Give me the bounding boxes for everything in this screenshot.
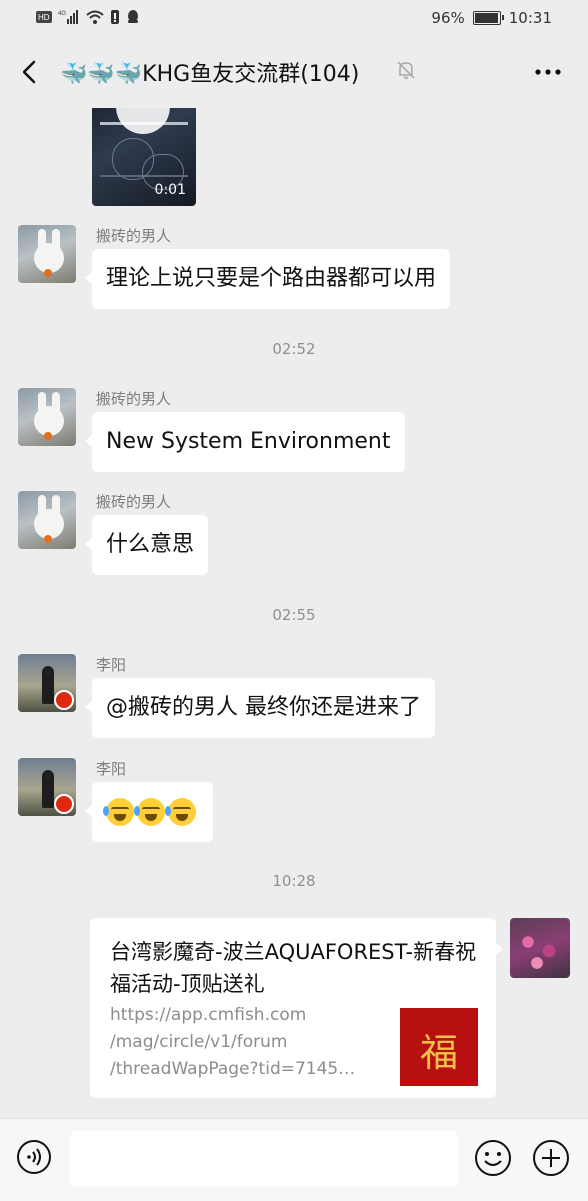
wifi-icon — [86, 10, 104, 24]
message-bubble[interactable]: @搬砖的男人 最终你还是进来了 — [85, 678, 435, 738]
message-bubble[interactable]: New System Environment — [85, 412, 405, 472]
sender-name: 搬砖的男人 — [96, 227, 172, 245]
status-right: 96% 10:31 — [431, 9, 552, 27]
crying-laughing-emoji-icon — [165, 798, 196, 826]
link-url-line: https://app.cmfish.com — [110, 1005, 307, 1025]
sender-name: 李阳 — [96, 656, 127, 674]
link-url-line: /mag/circle/v1/forum — [110, 1032, 288, 1052]
alert-icon — [111, 10, 119, 24]
mute-bell-icon — [397, 61, 415, 79]
avatar[interactable] — [18, 758, 76, 816]
status-left: HD 4G — [36, 10, 140, 24]
sender-name: 李阳 — [96, 760, 127, 778]
back-arrow-icon[interactable] — [14, 56, 46, 88]
more-icon[interactable] — [532, 60, 564, 84]
video-message[interactable]: 0:01 — [92, 108, 196, 206]
timestamp: 02:55 — [272, 606, 316, 624]
qq-icon — [128, 10, 138, 23]
hd-icon: HD — [36, 11, 52, 23]
svg-text:4G: 4G — [58, 11, 66, 17]
page-title: 🐳🐳🐳KHG鱼友交流群(104) — [60, 62, 360, 87]
crying-laughing-emoji-icon — [103, 798, 134, 826]
battery-icon — [472, 11, 504, 25]
voice-icon[interactable] — [16, 1139, 52, 1175]
battery-percent: 96% — [431, 9, 465, 27]
timestamp: 02:52 — [272, 340, 316, 358]
svg-text:HD: HD — [38, 13, 50, 22]
link-title: 台湾影魔奇-波兰AQUAFOREST-新春祝福活动-顶贴送礼 — [110, 940, 477, 996]
avatar[interactable] — [18, 654, 76, 712]
message-input[interactable] — [70, 1131, 458, 1187]
crying-laughing-emoji-icon — [134, 798, 165, 826]
timestamp: 10:28 — [272, 872, 316, 890]
sender-name: 搬砖的男人 — [96, 493, 172, 511]
message-bubble[interactable] — [85, 782, 213, 842]
avatar[interactable] — [18, 388, 76, 446]
avatar[interactable] — [18, 225, 76, 283]
message-bubble[interactable]: 理论上说只要是个路由器都可以用 — [84, 249, 451, 309]
input-bar — [0, 1118, 588, 1201]
link-url-line: /threadWapPage?tid=7145… — [110, 1059, 356, 1079]
video-duration: 0:01 — [154, 182, 186, 198]
chat-header: 🐳🐳🐳KHG鱼友交流群(104) — [0, 38, 588, 108]
emoji-icon[interactable] — [474, 1139, 512, 1177]
status-bar: HD 4G 96% 10:31 — [0, 0, 588, 38]
flag-badge-icon — [54, 794, 74, 814]
flag-badge-icon — [54, 690, 74, 710]
link-card[interactable]: 台湾影魔奇-波兰AQUAFOREST-新春祝福活动-顶贴送礼 https://a… — [90, 918, 503, 1098]
avatar[interactable] — [18, 491, 76, 549]
signal-icon: 4G — [58, 10, 78, 24]
plus-icon[interactable] — [532, 1139, 570, 1177]
link-thumbnail: 福 — [400, 1008, 478, 1086]
message-bubble[interactable]: 什么意思 — [84, 515, 209, 575]
sender-name: 搬砖的男人 — [96, 390, 172, 408]
fu-character: 福 — [419, 1031, 458, 1075]
chat-history[interactable]: 0:01 搬砖的男人 理论上说只要是个路由器都可以用 02:52 搬砖的男人 N… — [0, 108, 588, 1118]
link-url: https://app.cmfish.com /mag/circle/v1/fo… — [110, 1002, 375, 1083]
self-avatar[interactable] — [510, 918, 570, 978]
clock: 10:31 — [508, 9, 552, 27]
